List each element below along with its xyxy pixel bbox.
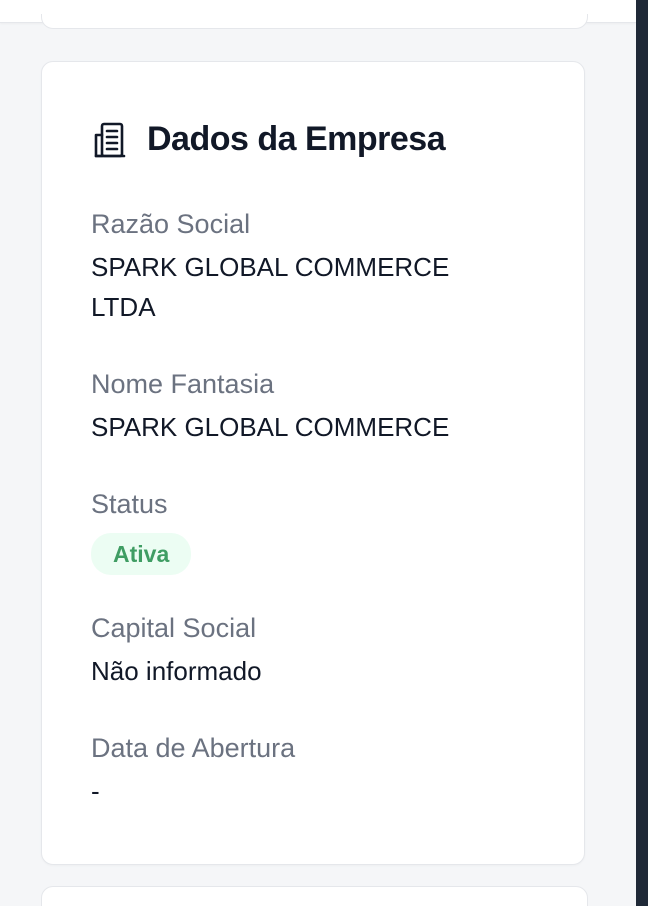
data-abertura-value: - [91,776,100,806]
data-abertura-label: Data de Abertura [91,733,296,763]
previous-card [41,14,588,29]
page: Dados da Empresa Razão Social SPARK GLOB… [0,0,648,906]
company-data-card: Dados da Empresa Razão Social SPARK GLOB… [41,61,585,865]
razao-social-label: Razão Social [91,209,251,239]
capital-social-value: Não informado [91,656,262,686]
capital-social-label: Capital Social [91,613,257,643]
field-status: Status Ativa [91,487,491,575]
card-title: Dados da Empresa [147,120,446,158]
next-card [41,886,588,906]
nome-fantasia-label: Nome Fantasia [91,369,275,399]
field-capital-social: Capital Social Não informado [91,611,491,691]
window-edge [636,0,648,906]
card-header: Dados da Empresa [91,120,446,159]
field-nome-fantasia: Nome Fantasia SPARK GLOBAL COMMERCE [91,367,491,447]
status-label: Status [91,489,168,519]
field-razao-social: Razão Social SPARK GLOBAL COMMERCE LTDA [91,207,491,327]
building-icon [94,122,126,157]
status-badge: Ativa [91,533,192,575]
field-data-abertura: Data de Abertura - [91,731,491,811]
nome-fantasia-value: SPARK GLOBAL COMMERCE [91,412,450,442]
razao-social-value: SPARK GLOBAL COMMERCE LTDA [91,252,450,322]
